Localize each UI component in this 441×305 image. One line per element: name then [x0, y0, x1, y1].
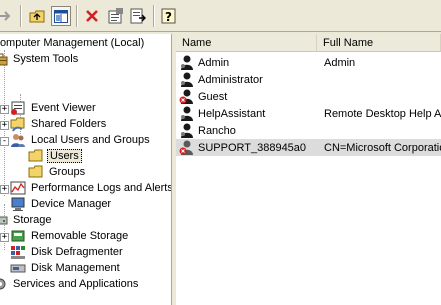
forward-arrow-icon[interactable] [0, 6, 16, 26]
full-name-cell: Admin [324, 56, 356, 69]
column-header-full-name[interactable]: Full Name [317, 34, 441, 52]
full-name-cell: CN=Microsoft Corporation,L=Redmond,S=Was… [324, 141, 441, 154]
expand-collapse-toggle[interactable]: + [0, 121, 9, 130]
tree-item-storage[interactable]: Storage [0, 212, 54, 228]
disk-management-icon [10, 260, 26, 276]
tree-item-label: Storage [13, 214, 52, 226]
tree-item-disk-defragmenter[interactable]: Disk Defragmenter [10, 244, 125, 260]
tree-item-disk-management[interactable]: Disk Management [10, 260, 122, 276]
console-tree[interactable]: Computer Management (Local) System Tools… [0, 34, 172, 305]
tree-item-users[interactable]: Users [28, 148, 82, 164]
disk-defragmenter-icon [10, 244, 26, 260]
shared-folder-icon [10, 116, 26, 132]
tree-item-label: Device Manager [31, 198, 112, 210]
user-icon [179, 105, 195, 121]
tree-item-label: Disk Management [31, 262, 120, 274]
expand-collapse-toggle[interactable]: + [0, 233, 9, 242]
user-name-cell: HelpAssistant [198, 107, 266, 120]
expand-collapse-toggle[interactable]: + [0, 105, 9, 114]
user-icon [179, 54, 195, 70]
storage-icon [0, 212, 8, 228]
table-row[interactable]: Admin Admin [176, 54, 441, 71]
tree-item-label: System Tools [13, 53, 79, 65]
tree-item-label: Disk Defragmenter [31, 246, 123, 258]
table-row[interactable]: Administrator [176, 71, 441, 88]
tree-item-groups[interactable]: Groups [28, 164, 87, 180]
table-row[interactable]: SUPPORT_388945a0 CN=Microsoft Corporatio… [176, 139, 441, 156]
users-list[interactable]: Name Full Name Admin Admin Administrator… [176, 34, 441, 305]
properties-icon[interactable] [106, 6, 126, 26]
toolbar-separator [20, 5, 22, 27]
tree-item-shared-folders[interactable]: Shared Folders [10, 116, 108, 132]
user-name-cell: SUPPORT_388945a0 [198, 141, 307, 154]
tree-item-event-viewer[interactable]: Event Viewer [10, 100, 98, 116]
table-row[interactable]: HelpAssistant Remote Desktop Help Assist… [176, 105, 441, 122]
folder-icon [28, 148, 44, 164]
toolbar: ? [0, 0, 441, 32]
event-viewer-icon [10, 100, 26, 116]
tree-item-device-manager[interactable]: Device Manager [10, 196, 113, 212]
tree-item-label: Local Users and Groups [31, 134, 150, 146]
tree-item-label: Services and Applications [13, 278, 139, 290]
column-header-label: Full Name [323, 36, 374, 49]
user-name-cell: Administrator [198, 73, 263, 86]
removable-storage-icon [10, 228, 26, 244]
toolbar-separator [153, 5, 155, 27]
tree-item-label: Shared Folders [31, 118, 107, 130]
users-group-icon [10, 132, 26, 148]
tree-item-removable-storage[interactable]: Removable Storage [10, 228, 130, 244]
user-icon [179, 71, 195, 87]
expand-collapse-toggle[interactable]: + [0, 185, 9, 194]
export-list-icon[interactable] [128, 6, 148, 26]
svg-text:?: ? [165, 10, 172, 24]
disabled-user-icon [179, 139, 195, 155]
services-gear-icon [0, 276, 8, 292]
tree-item-services-and-applications[interactable]: Services and Applications [0, 276, 140, 292]
table-row[interactable]: Rancho [176, 122, 441, 139]
delete-icon[interactable] [82, 6, 102, 26]
user-name-cell: Rancho [198, 124, 236, 137]
disabled-user-icon [179, 88, 195, 104]
device-manager-icon [10, 196, 26, 212]
user-name-cell: Guest [198, 90, 228, 103]
toolbox-icon [0, 51, 8, 67]
tree-item-performance-logs[interactable]: Performance Logs and Alerts [10, 180, 172, 196]
performance-chart-icon [10, 180, 26, 196]
tree-item-label: Performance Logs and Alerts [31, 182, 172, 194]
tree-item-label: Groups [49, 166, 86, 178]
folder-icon [28, 164, 44, 180]
help-icon[interactable]: ? [159, 6, 179, 26]
column-header-name[interactable]: Name [176, 34, 317, 52]
tree-item-label: Computer Management (Local) [0, 37, 145, 49]
user-name-cell: Admin [198, 56, 230, 69]
tree-item-label: Removable Storage [31, 230, 129, 242]
user-icon [179, 122, 195, 138]
tree-item-computer-management[interactable]: Computer Management (Local) [0, 35, 146, 51]
show-hide-console-tree-icon[interactable] [51, 6, 71, 26]
tree-item-local-users-and-groups[interactable]: Local Users and Groups [10, 132, 152, 148]
full-name-cell: Remote Desktop Help Assistant Account [324, 107, 441, 120]
table-row[interactable]: Guest [176, 88, 441, 105]
tree-item-label: Event Viewer [31, 102, 96, 114]
column-header-label: Name [182, 36, 212, 49]
toolbar-separator [76, 5, 78, 27]
tree-item-system-tools[interactable]: System Tools [0, 51, 80, 67]
expand-collapse-toggle[interactable]: - [0, 137, 9, 146]
tree-item-label: Users [47, 149, 82, 163]
up-one-level-icon[interactable] [27, 6, 47, 26]
